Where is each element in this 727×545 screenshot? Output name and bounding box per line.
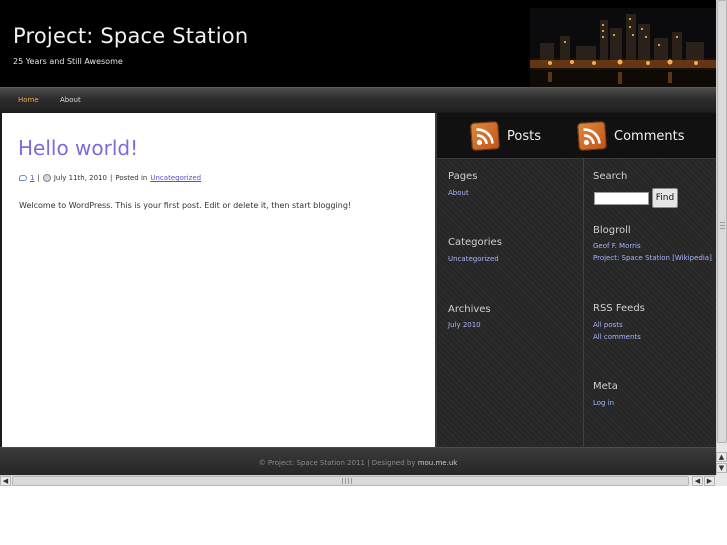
widget-title-blogroll: Blogroll xyxy=(593,225,631,236)
rss-link-all-posts[interactable]: All posts xyxy=(593,321,623,329)
site-header: Project: Space Station 25 Years and Stil… xyxy=(0,0,716,87)
scroll-right-arrow-icon[interactable]: ▶ xyxy=(704,476,715,486)
widget-title-archives: Archives xyxy=(448,304,491,315)
comment-count-link[interactable]: 1 xyxy=(30,174,34,182)
post-title[interactable]: Hello world! xyxy=(18,136,138,160)
nav-item-home[interactable]: Home xyxy=(18,96,39,104)
widget-title-search: Search xyxy=(593,171,628,182)
widget-title-rss: RSS Feeds xyxy=(593,303,645,314)
comments-feed-link[interactable]: Comments xyxy=(614,129,684,144)
rss-feed-icon[interactable] xyxy=(470,121,500,151)
widget-title-meta: Meta xyxy=(593,381,618,392)
widget-title-categories: Categories xyxy=(448,237,502,248)
site-footer: © Project: Space Station 2011 | Designed… xyxy=(0,447,716,475)
meta-separator: | xyxy=(37,174,40,182)
scroll-grip-line xyxy=(342,478,343,484)
scroll-grip-line xyxy=(720,228,725,229)
sidebar-column-divider xyxy=(583,159,584,447)
post-date: July 11th, 2010 xyxy=(53,174,107,182)
scroll-left-arrow-icon[interactable]: ◀ xyxy=(0,476,11,486)
scroll-grip-line xyxy=(348,478,349,484)
post-body: Welcome to WordPress. This is your first… xyxy=(19,201,352,210)
posts-feed-link[interactable]: Posts xyxy=(507,129,541,144)
scroll-grip-line xyxy=(720,222,725,223)
post-meta: 1 | July 11th, 2010 | Posted in Uncatego… xyxy=(19,174,201,182)
archive-link-july-2010[interactable]: July 2010 xyxy=(448,321,481,329)
designer-link[interactable]: mou.me.uk xyxy=(418,459,458,467)
nav-item-about[interactable]: About xyxy=(60,96,81,104)
blogroll-link-wikipedia[interactable]: Project: Space Station [Wikipedia] xyxy=(593,254,712,262)
posted-in-label: Posted in xyxy=(115,174,148,182)
comment-bubble-icon xyxy=(19,175,27,181)
scroll-left-arrow-icon[interactable]: ◀ xyxy=(692,476,703,486)
widget-title-pages: Pages xyxy=(448,171,478,182)
footer-text: © Project: Space Station 2011 | Designed… xyxy=(0,459,716,467)
sidebar: Posts Comments Pages About Categories Un… xyxy=(435,113,716,447)
find-button[interactable]: Find xyxy=(652,188,678,208)
main-content: Hello world! 1 | July 11th, 2010 | Poste… xyxy=(2,113,435,447)
rss-feed-icon[interactable] xyxy=(577,121,607,151)
clock-icon xyxy=(42,174,51,182)
scroll-grip-line xyxy=(345,478,346,484)
main-navigation: Home About xyxy=(0,87,716,112)
meta-separator: | xyxy=(110,174,113,182)
category-link-uncategorized[interactable]: Uncategorized xyxy=(448,255,499,263)
meta-link-log-in[interactable]: Log in xyxy=(593,399,614,407)
sidebar-feed-bar: Posts Comments xyxy=(437,113,716,159)
rss-link-all-comments[interactable]: All comments xyxy=(593,333,641,341)
scroll-grip-line xyxy=(351,478,352,484)
category-link[interactable]: Uncategorized xyxy=(150,174,201,182)
site-tagline: 25 Years and Still Awesome xyxy=(13,57,123,66)
scroll-down-arrow-icon[interactable]: ▼ xyxy=(716,463,727,473)
pages-link-about[interactable]: About xyxy=(448,189,469,197)
search-input[interactable] xyxy=(594,192,649,205)
blogroll-link-geof[interactable]: Geof F. Morris xyxy=(593,242,641,250)
scrollbar-corner xyxy=(716,475,727,486)
header-night-skyline-image xyxy=(530,8,716,87)
site-title[interactable]: Project: Space Station xyxy=(13,24,248,48)
scroll-up-arrow-icon[interactable]: ▲ xyxy=(716,452,727,462)
scroll-grip-line xyxy=(720,225,725,226)
browser-viewport: Project: Space Station 25 Years and Stil… xyxy=(0,0,716,475)
footer-copyright: © Project: Space Station 2011 | Designed… xyxy=(258,459,416,467)
